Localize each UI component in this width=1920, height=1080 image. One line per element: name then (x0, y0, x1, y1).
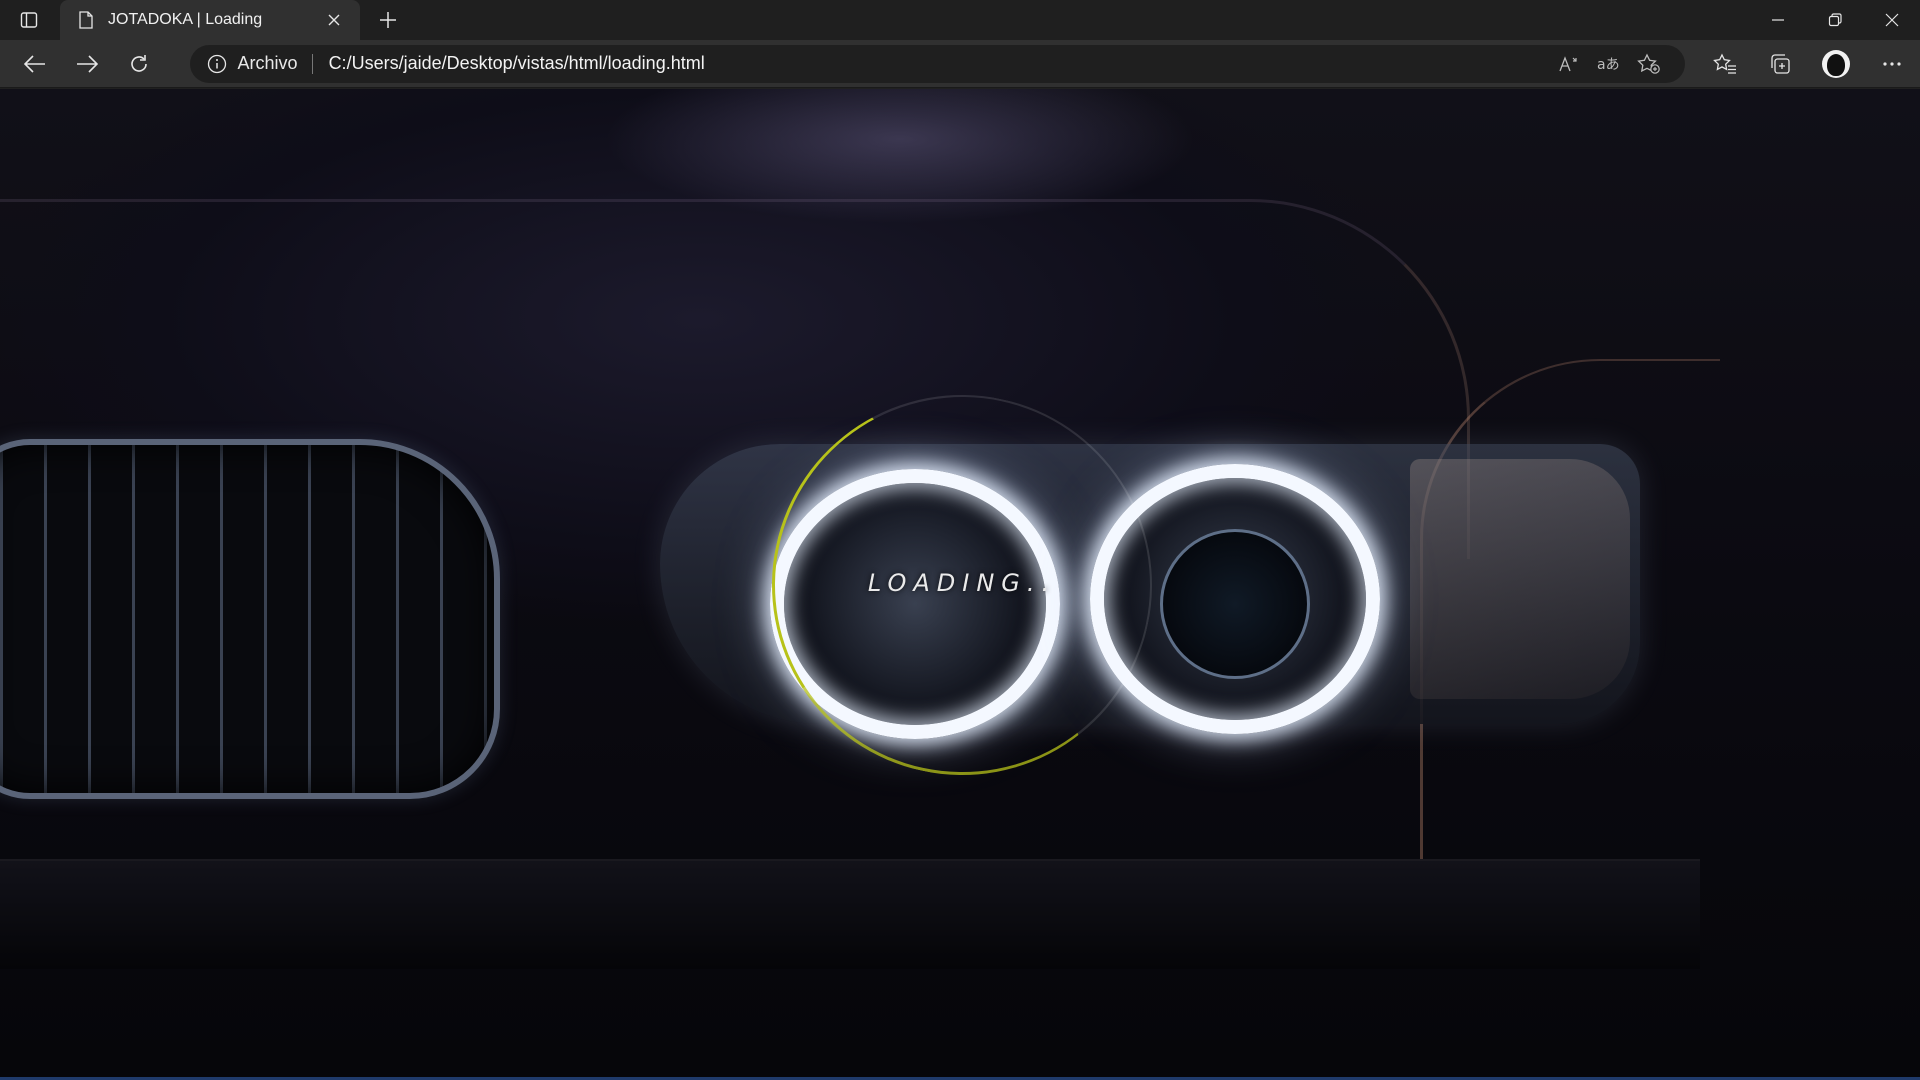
plus-icon[interactable] (368, 0, 408, 40)
page-viewport: LOADING.. (0, 89, 1920, 1080)
profile-button[interactable] (1808, 44, 1864, 84)
favorites-icon[interactable] (1697, 44, 1753, 84)
star-add-icon[interactable] (1629, 47, 1669, 81)
loading-text: LOADING.. (867, 569, 1057, 597)
forward-arrow-icon[interactable] (64, 44, 110, 84)
url-text[interactable]: C:/Users/jaide/Desktop/vistas/html/loadi… (329, 53, 1549, 74)
page-icon (76, 10, 96, 30)
close-icon[interactable] (322, 8, 346, 32)
window-controls (1749, 0, 1920, 40)
tab-actions-icon[interactable] (0, 0, 58, 40)
more-icon[interactable] (1864, 44, 1920, 84)
avatar (1822, 49, 1851, 78)
collections-icon[interactable] (1753, 44, 1809, 84)
turn-indicator (1410, 459, 1630, 699)
tab-active[interactable]: JOTADOKA | Loading (60, 0, 360, 40)
car-grille (0, 439, 500, 799)
tab-title: JOTADOKA | Loading (108, 11, 263, 28)
projector-lens (1160, 529, 1310, 679)
toolbar: Archivo C:/Users/jaide/Desktop/vistas/ht… (0, 40, 1920, 88)
tab-strip: JOTADOKA | Loading (0, 0, 1920, 40)
scheme-label: Archivo (237, 53, 298, 73)
refresh-icon[interactable] (116, 44, 162, 84)
translate-icon[interactable]: aあ (1589, 47, 1629, 81)
svg-text:aあ: aあ (1597, 57, 1620, 73)
restore-icon[interactable] (1806, 0, 1863, 40)
close-window-icon[interactable] (1863, 0, 1920, 40)
minimize-icon[interactable] (1749, 0, 1806, 40)
car-bumper (0, 859, 1700, 969)
address-bar[interactable]: Archivo C:/Users/jaide/Desktop/vistas/ht… (189, 44, 1685, 83)
info-icon[interactable] (206, 53, 228, 75)
back-arrow-icon[interactable] (12, 44, 58, 84)
divider (311, 53, 313, 74)
read-aloud-icon[interactable] (1549, 47, 1589, 81)
